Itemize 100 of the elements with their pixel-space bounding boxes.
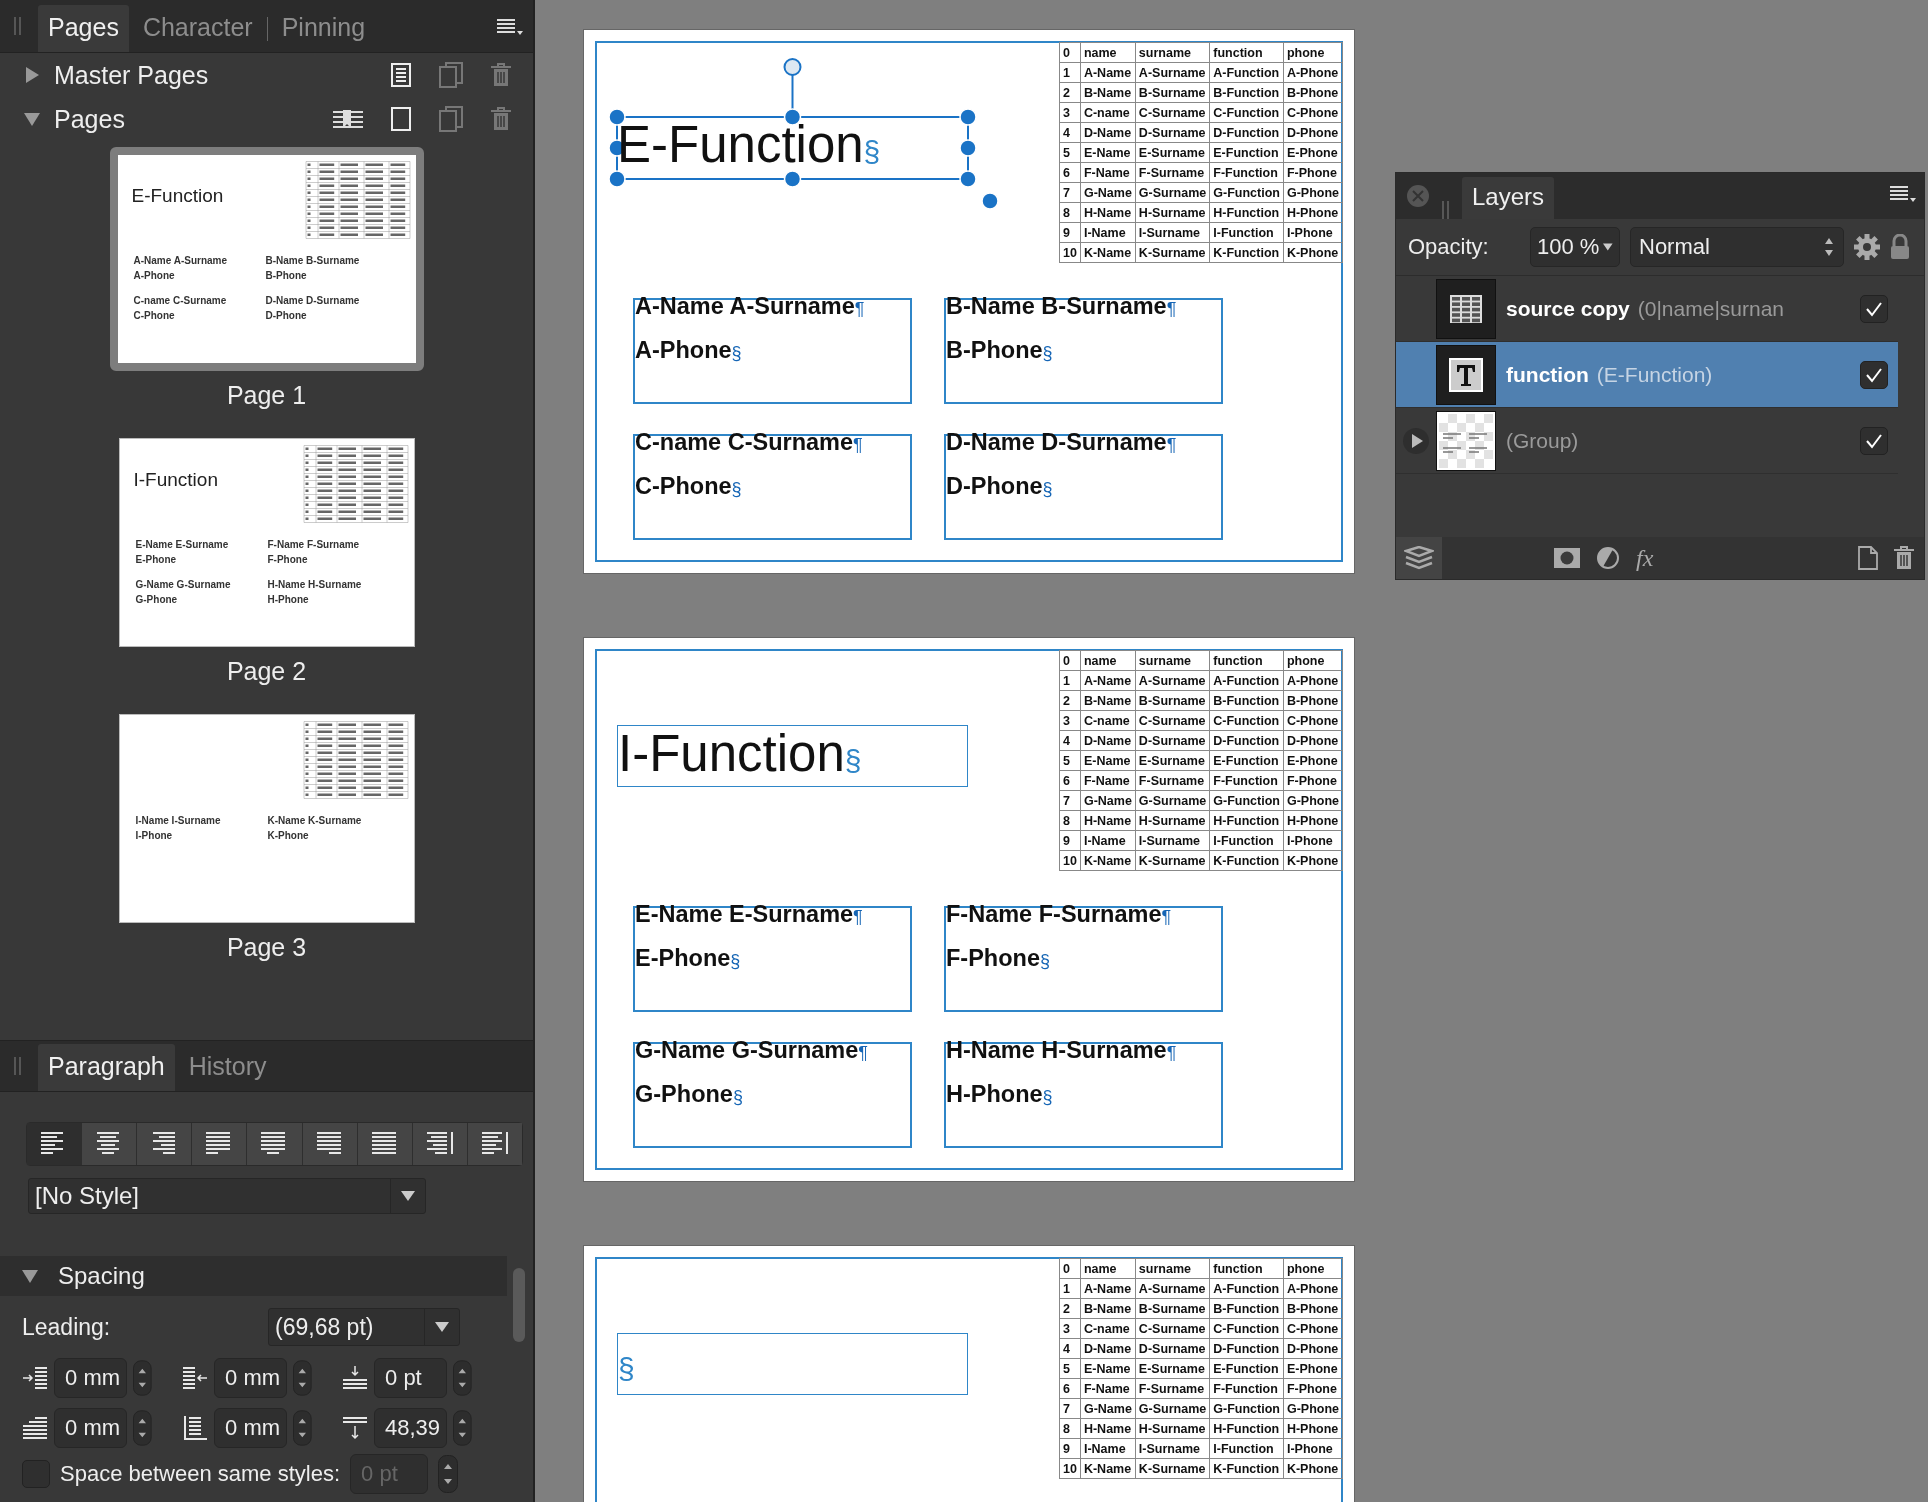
table-cell: 2	[1059, 82, 1081, 103]
text-frame[interactable]: I-Function§	[617, 725, 968, 787]
thumbnail-text: H-Phone	[267, 594, 310, 605]
section-label[interactable]: Pages	[54, 104, 319, 134]
layer-row[interactable]: (Group)	[1396, 408, 1898, 474]
thumbnail-text: F-Phone	[267, 554, 309, 565]
contact-phone: H-Phone	[946, 1080, 1043, 1108]
number-field[interactable]: 0 mm	[214, 1358, 288, 1398]
grip-icon[interactable]	[14, 17, 22, 35]
thumbnail-title: I-Function	[133, 469, 218, 490]
stepper-arrows-icon[interactable]	[133, 1359, 152, 1397]
thumbnail-text: D-Name D-Surname	[265, 295, 361, 306]
table-cell: 4	[1059, 730, 1081, 751]
text-frame[interactable]: B-Name B-Surname¶ B-Phone§	[944, 298, 1223, 404]
text-frame[interactable]: A-Name A-Surname¶ A-Phone§	[633, 298, 912, 404]
panel-tab[interactable]: Pinning	[271, 5, 376, 52]
panel-tab[interactable]: Pages	[38, 5, 129, 52]
new-layer-icon[interactable]	[1858, 546, 1878, 570]
stepper-arrows-icon[interactable]	[453, 1359, 472, 1397]
stepper-arrows-icon[interactable]	[133, 1409, 152, 1447]
table-cell: I-Name	[1080, 1438, 1136, 1459]
grip-icon[interactable]	[1442, 201, 1450, 219]
left-indent-icon	[23, 1366, 47, 1390]
text-frame[interactable]: D-Name D-Surname¶ D-Phone§	[944, 434, 1223, 540]
text-frame[interactable]: E-Name E-Surname¶ E-Phone§	[633, 906, 912, 1012]
dropdown-caret-icon[interactable]	[401, 1191, 415, 1201]
section-label[interactable]: Spacing	[58, 1262, 145, 1290]
dropdown-caret-icon[interactable]	[1603, 242, 1613, 252]
table-cell: 8	[1059, 202, 1081, 223]
blend-mode-dropdown[interactable]: Normal	[1630, 227, 1844, 267]
disclosure-triangle-icon[interactable]	[24, 67, 40, 83]
section-mark: §	[618, 1354, 635, 1384]
page-icon[interactable]	[391, 107, 411, 131]
number-field[interactable]: 0 pt	[374, 1358, 448, 1398]
table-cell: F-Surname	[1135, 1378, 1210, 1399]
section-label[interactable]: Master Pages	[54, 60, 377, 90]
table-cell: K-Name	[1080, 850, 1136, 871]
layer-detail: (E-Function)	[1596, 362, 1713, 387]
scrollbar[interactable]	[513, 1268, 525, 1342]
stepper-arrows-icon[interactable]	[293, 1359, 312, 1397]
adjustment-icon[interactable]	[1596, 546, 1620, 570]
bookmark-list-icon[interactable]	[333, 109, 363, 129]
stepper-arrows-icon[interactable]	[453, 1409, 472, 1447]
table-cell: F-Function	[1209, 1378, 1284, 1399]
trash-icon[interactable]	[491, 107, 511, 131]
text-frame[interactable]: C-name C-Surname¶ C-Phone§	[633, 434, 912, 540]
trash-icon[interactable]	[1894, 546, 1914, 570]
table-cell: 9	[1059, 830, 1081, 851]
table-cell: 5	[1059, 750, 1081, 771]
visibility-checkbox[interactable]	[1860, 426, 1888, 455]
panel-tab[interactable]: Character	[132, 5, 263, 52]
text-frame[interactable]: §	[617, 1333, 968, 1395]
menu-icon[interactable]	[1890, 185, 1916, 203]
panel-tab[interactable]: Layers	[1462, 177, 1555, 219]
visibility-checkbox[interactable]	[1860, 360, 1888, 389]
dropdown-caret-icon[interactable]	[435, 1322, 449, 1332]
text-frame[interactable]: E-Function§	[606, 55, 1006, 213]
disclosure-triangle-icon[interactable]	[22, 1268, 38, 1284]
disclosure-triangle-icon[interactable]	[24, 111, 40, 127]
duplicate-page-icon[interactable]	[439, 62, 463, 88]
settings-icon[interactable]	[1854, 234, 1880, 260]
trash-icon[interactable]	[491, 63, 511, 87]
menu-icon[interactable]	[497, 18, 523, 36]
panel-tab[interactable]: Paragraph	[38, 1044, 175, 1091]
style-dropdown[interactable]: [No Style]	[28, 1178, 426, 1214]
page-thumbnail[interactable]: E-Function A-Name A-Surname A-Phone B-Name B-Surname B-Phone C-name C-Surname C-Phone D-Name D-Surname D-Phone	[109, 147, 424, 371]
table-cell: I-Phone	[1283, 830, 1343, 851]
visibility-checkbox[interactable]	[1860, 294, 1888, 323]
panel-tab[interactable]: History	[178, 1044, 277, 1091]
opacity-dropdown[interactable]: 100 %	[1530, 227, 1620, 267]
table-cell: I-Name	[1080, 830, 1136, 851]
paragraph-mark: ¶	[1166, 436, 1177, 454]
leading-dropdown[interactable]: (69,68 pt)	[268, 1308, 460, 1346]
text-frame[interactable]: F-Name F-Surname¶ F-Phone§	[944, 906, 1223, 1012]
mask-icon[interactable]	[1554, 548, 1580, 568]
up-down-arrows-icon[interactable]	[1823, 236, 1835, 258]
table-cell: G-Name	[1080, 790, 1136, 811]
text-frame[interactable]: G-Name G-Surname¶ G-Phone§	[633, 1042, 912, 1148]
page-icon[interactable]	[391, 63, 411, 87]
table-cell: H-Surname	[1135, 1418, 1210, 1439]
effects-button[interactable]: fx	[1636, 544, 1654, 572]
duplicate-page-icon[interactable]	[439, 106, 463, 132]
grip-icon[interactable]	[14, 1057, 22, 1075]
page-thumbnail[interactable]: I-Function E-Name E-Surname E-Phone F-Name F-Surname F-Phone G-Name G-Surname G-Phone H-Name H-Surname H-Phone	[118, 438, 415, 647]
lock-icon[interactable]	[1890, 234, 1910, 260]
layers-stack-icon[interactable]	[1396, 537, 1442, 579]
table-cell: K-Surname	[1135, 242, 1210, 263]
number-field[interactable]: 0 mm	[54, 1358, 128, 1398]
table-cell: D-Function	[1209, 730, 1284, 751]
page-thumbnail[interactable]: I-Name I-Surname I-Phone K-Name K-Surname K-Phone	[118, 714, 415, 923]
stepper-arrows-icon[interactable]	[438, 1455, 459, 1493]
layer-row[interactable]: source copy (0|name|surnan	[1396, 276, 1898, 342]
alignment-button[interactable]	[27, 1123, 83, 1165]
table-cell: 3	[1059, 1318, 1081, 1339]
stepper-arrows-icon[interactable]	[293, 1409, 312, 1447]
text-frame[interactable]: H-Name H-Surname¶ H-Phone§	[944, 1042, 1223, 1148]
number-field[interactable]: 0 mm	[214, 1408, 288, 1448]
layer-row[interactable]: function (E-Function)	[1396, 342, 1898, 408]
number-field[interactable]: 0 mm	[54, 1408, 128, 1448]
number-field[interactable]: 48,39	[374, 1408, 448, 1448]
